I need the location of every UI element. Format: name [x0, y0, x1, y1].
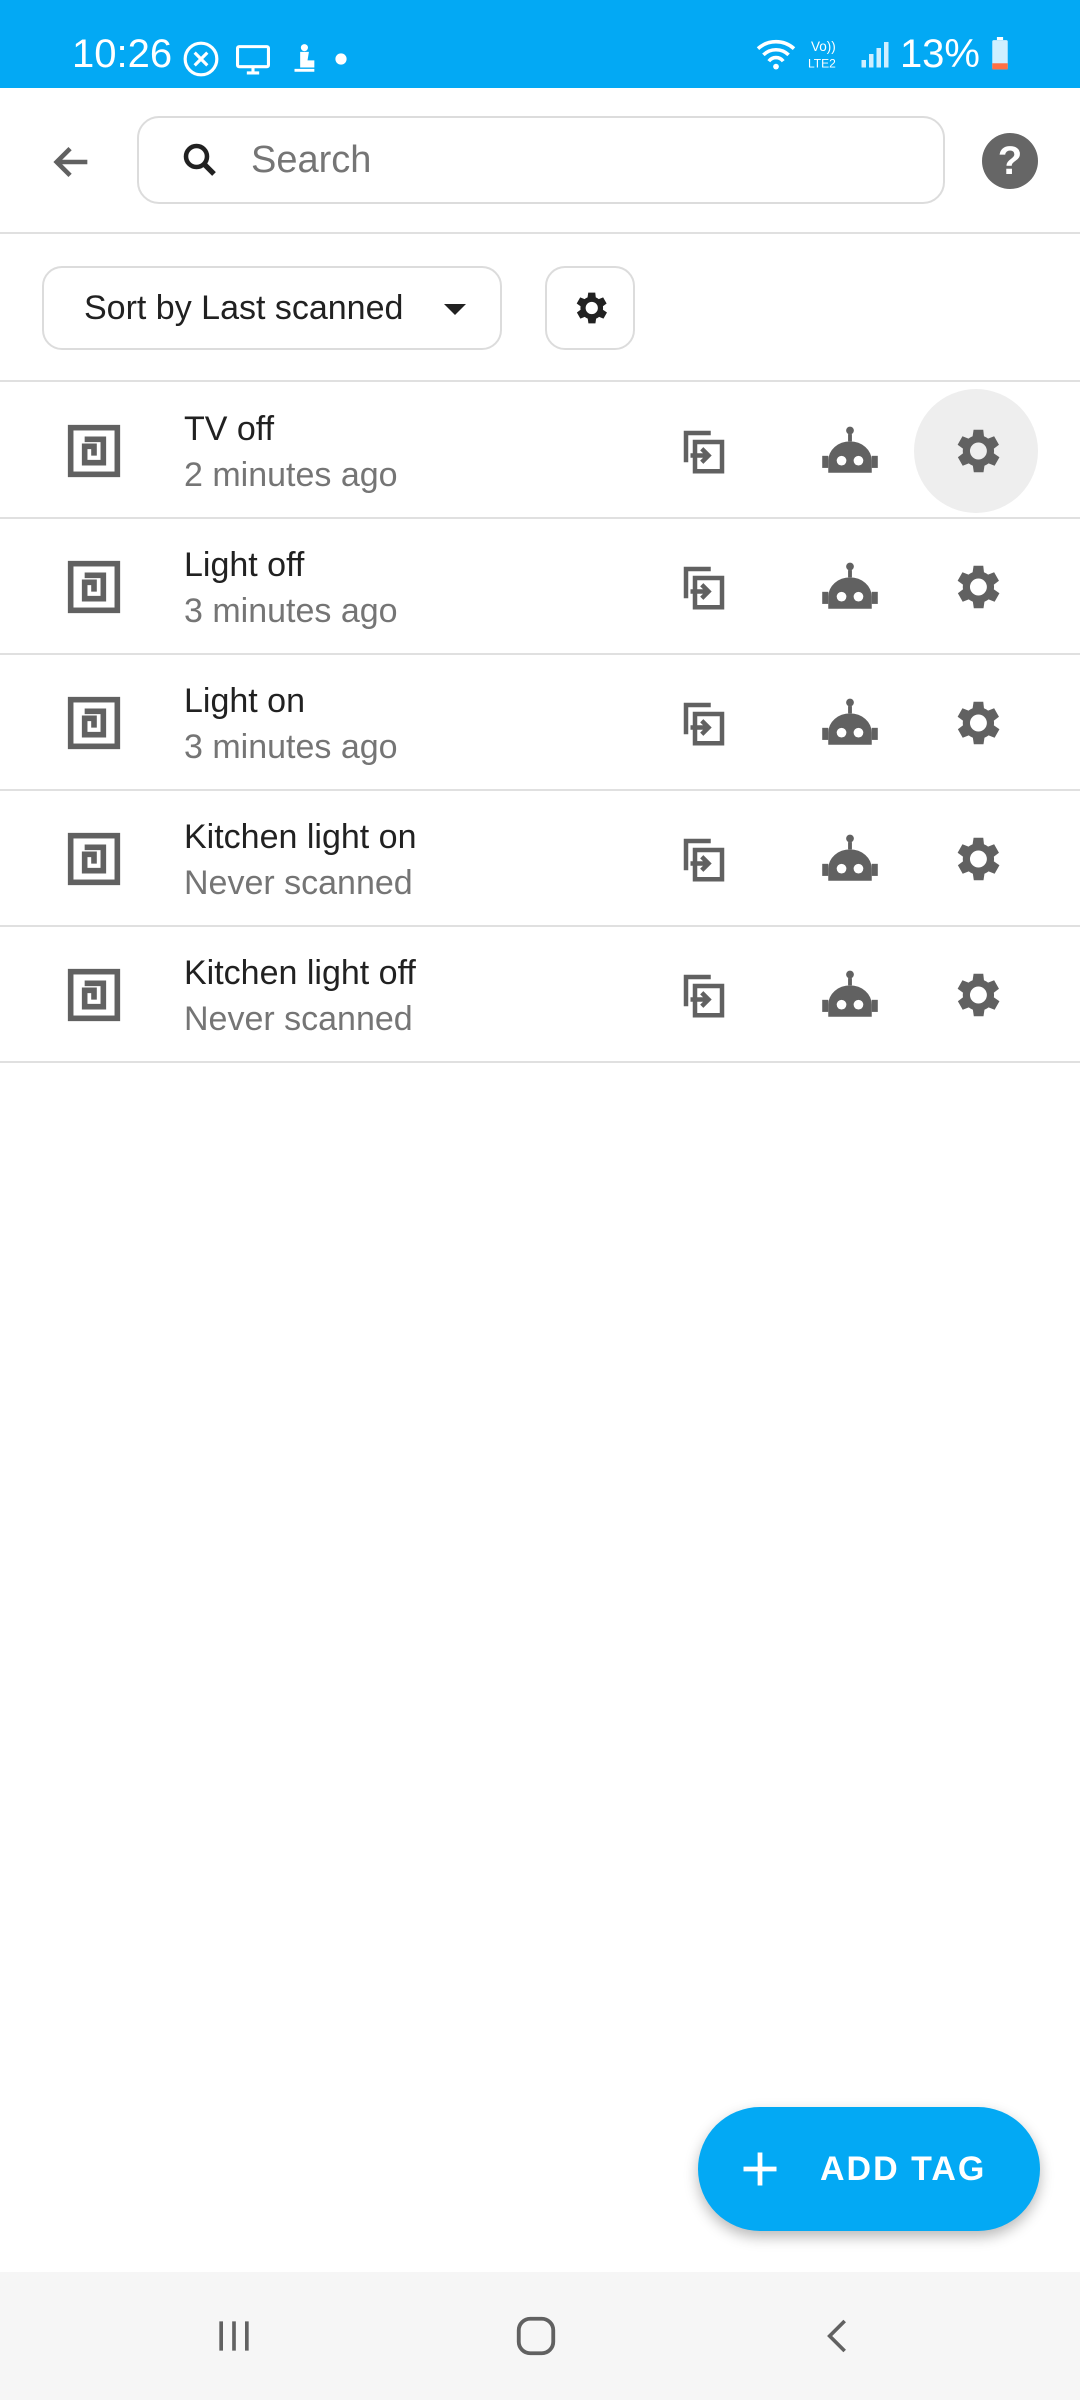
back-chevron-icon	[827, 2319, 846, 2353]
tag-texts: Kitchen light off Never scanned	[184, 951, 416, 1043]
arrow-back-icon	[53, 146, 88, 178]
robot-icon	[822, 698, 878, 745]
plus-icon	[743, 2152, 777, 2186]
cancel-circle-icon	[183, 41, 219, 77]
battery-low-icon	[992, 37, 1008, 70]
robot-icon	[822, 970, 878, 1017]
nfc-tag-icon	[67, 424, 121, 478]
accessibility-icon	[294, 44, 315, 72]
tag-list: TV off 2 minutes ago Light off 3 minutes…	[0, 383, 1080, 1063]
copy-button[interactable]	[664, 683, 744, 763]
tag-name: Light on	[184, 682, 305, 720]
automation-button[interactable]	[810, 411, 890, 491]
sort-settings-button[interactable]	[545, 266, 635, 350]
recents-icon	[219, 2321, 249, 2351]
tag-row[interactable]: Light on 3 minutes ago	[0, 655, 1080, 791]
app-bar: ?	[0, 88, 1080, 234]
back-button[interactable]	[40, 130, 104, 194]
help-circle-icon: ?	[997, 138, 1023, 183]
home-icon	[516, 2316, 556, 2356]
svg-text:LTE2: LTE2	[808, 57, 836, 71]
status-bar: 10:26 Vo)) LTE2 13%	[0, 0, 1080, 88]
copy-button[interactable]	[664, 955, 744, 1035]
tag-row[interactable]: Kitchen light off Never scanned	[0, 927, 1080, 1063]
gear-icon	[957, 429, 1000, 473]
status-icons-right: Vo)) LTE2 13%	[754, 34, 1010, 74]
add-tag-label: ADD TAG	[820, 2149, 987, 2188]
status-icons-left	[182, 40, 348, 78]
nfc-tag-icon	[67, 560, 121, 614]
system-back-button[interactable]	[808, 2306, 868, 2366]
copy-button[interactable]	[664, 819, 744, 899]
volte-lte2-icon: Vo)) LTE2	[808, 39, 836, 71]
sort-label: Sort by Last scanned	[84, 288, 404, 327]
tag-texts: Light on 3 minutes ago	[184, 679, 398, 771]
gear-icon	[957, 565, 1000, 609]
copy-to-icon	[683, 838, 725, 882]
tag-settings-button[interactable]	[936, 547, 1016, 627]
automation-button[interactable]	[810, 683, 890, 763]
recents-button[interactable]	[204, 2306, 264, 2366]
gear-icon	[957, 701, 1000, 745]
help-button[interactable]: ?	[982, 133, 1038, 189]
battery-percent: 13%	[899, 32, 980, 76]
tag-row[interactable]: TV off 2 minutes ago	[0, 383, 1080, 519]
tag-row[interactable]: Kitchen light on Never scanned	[0, 791, 1080, 927]
dot-icon	[335, 53, 347, 65]
add-tag-button[interactable]: ADD TAG	[698, 2107, 1040, 2231]
tag-last-scanned: 3 minutes ago	[184, 592, 398, 630]
automation-button[interactable]	[810, 819, 890, 899]
tag-last-scanned: 3 minutes ago	[184, 728, 398, 766]
tag-name: Kitchen light on	[184, 818, 417, 856]
cast-screen-icon	[236, 45, 270, 75]
search-box[interactable]	[137, 116, 945, 204]
wifi-icon	[756, 39, 796, 70]
gear-icon	[957, 973, 1000, 1017]
status-time: 10:26	[72, 32, 173, 76]
nfc-tag-icon	[67, 832, 121, 886]
copy-to-icon	[683, 702, 725, 746]
robot-icon	[822, 426, 878, 473]
search-icon	[183, 143, 216, 176]
nfc-tag-icon	[67, 968, 121, 1022]
copy-button[interactable]	[664, 411, 744, 491]
sort-dropdown[interactable]: Sort by Last scanned	[42, 266, 502, 350]
tag-texts: Kitchen light on Never scanned	[184, 815, 417, 907]
tag-settings-button[interactable]	[936, 819, 1016, 899]
tag-name: Light off	[184, 546, 305, 584]
tag-name: Kitchen light off	[184, 954, 416, 992]
tag-name: TV off	[184, 410, 275, 448]
copy-button[interactable]	[664, 547, 744, 627]
robot-icon	[822, 562, 878, 609]
nfc-tag-icon	[67, 696, 121, 750]
robot-icon	[822, 834, 878, 881]
gear-icon	[576, 292, 607, 324]
tag-settings-button[interactable]	[936, 955, 1016, 1035]
copy-to-icon	[683, 430, 725, 474]
home-button[interactable]	[506, 2306, 566, 2366]
copy-to-icon	[683, 974, 725, 1018]
gear-icon	[957, 837, 1000, 881]
tag-last-scanned: 2 minutes ago	[184, 456, 398, 494]
sort-row: Sort by Last scanned	[0, 236, 1080, 382]
tag-settings-button[interactable]	[936, 683, 1016, 763]
automation-button[interactable]	[810, 547, 890, 627]
signal-icon	[861, 42, 889, 68]
copy-to-icon	[683, 566, 725, 610]
search-input[interactable]	[251, 138, 851, 182]
tag-texts: Light off 3 minutes ago	[184, 543, 398, 635]
caret-down-icon	[444, 304, 466, 315]
tag-settings-button[interactable]	[914, 389, 1038, 513]
svg-text:Vo)): Vo))	[811, 39, 836, 54]
tag-row[interactable]: Light off 3 minutes ago	[0, 519, 1080, 655]
system-nav-bar	[0, 2272, 1080, 2400]
tag-last-scanned: Never scanned	[184, 864, 413, 902]
tag-texts: TV off 2 minutes ago	[184, 407, 398, 499]
automation-button[interactable]	[810, 955, 890, 1035]
tag-last-scanned: Never scanned	[184, 1000, 413, 1038]
